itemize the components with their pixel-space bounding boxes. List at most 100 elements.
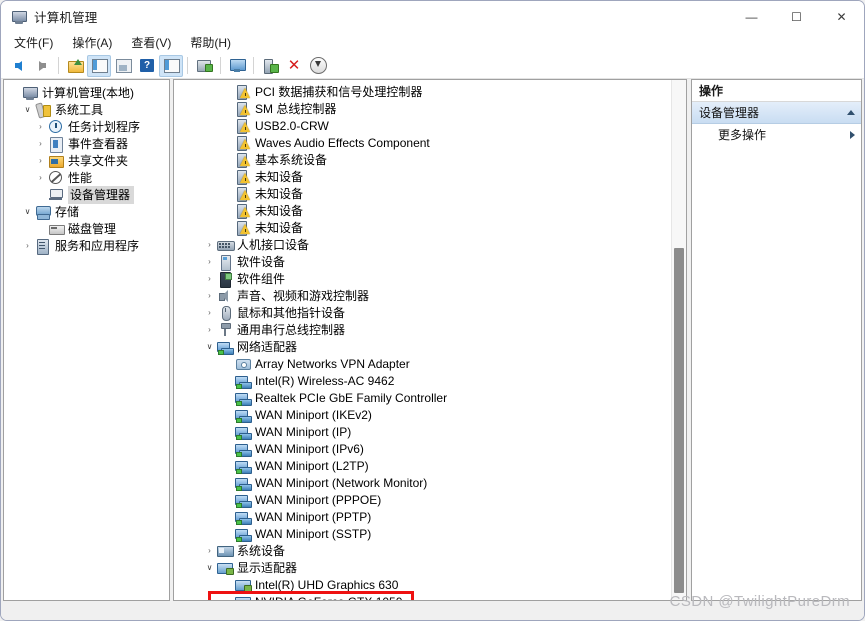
item-label: Array Networks VPN Adapter — [255, 356, 410, 371]
chevron-right-icon[interactable]: › — [202, 542, 217, 559]
chevron-down-icon[interactable]: ∨ — [202, 338, 217, 355]
chevron-right-icon[interactable]: › — [202, 236, 217, 253]
device-item[interactable]: › 软件设备 — [174, 253, 686, 271]
chevron-down-icon[interactable]: ∨ — [202, 559, 217, 576]
show-hide-tree-button[interactable] — [87, 54, 111, 77]
device-item[interactable]: WAN Miniport (IPv6) — [174, 440, 686, 457]
update-driver-icon — [263, 59, 279, 74]
menu-file[interactable]: 文件(F) — [10, 32, 62, 54]
device-item[interactable]: WAN Miniport (L2TP) — [174, 457, 686, 474]
device-item[interactable]: PCI 数据捕获和信号处理控制器 — [174, 83, 686, 100]
tree-item[interactable]: 计算机管理(本地) — [4, 84, 169, 101]
computer-management-window: 计算机管理 — ☐ ✕ 文件(F) 操作(A) 查看(V) 帮助(H) ? ✕ — [0, 0, 865, 621]
menu-help[interactable]: 帮助(H) — [186, 32, 240, 54]
chevron-down-icon[interactable]: ∨ — [20, 203, 35, 220]
device-item[interactable]: › 系统设备 — [174, 542, 686, 559]
item-label: 声音、视频和游戏控制器 — [237, 288, 370, 303]
chevron-down-icon[interactable]: ∨ — [20, 101, 35, 118]
item-label: 共享文件夹 — [68, 153, 129, 168]
chevron-right-icon[interactable]: › — [33, 118, 48, 135]
monitor-icon — [229, 59, 246, 72]
item-label: Realtek PCIe GbE Family Controller — [255, 390, 448, 405]
device-item[interactable]: Intel(R) Wireless-AC 9462 — [174, 372, 686, 389]
device-item[interactable]: WAN Miniport (PPPOE) — [174, 491, 686, 508]
chevron-right-icon[interactable]: › — [33, 169, 48, 186]
network-adapter-icon — [235, 390, 252, 406]
menu-view[interactable]: 查看(V) — [127, 32, 180, 54]
up-folder-button[interactable] — [63, 55, 87, 77]
chevron-right-icon[interactable]: › — [202, 253, 217, 270]
device-item[interactable]: NVIDIA GeForce GTX 1050 — [174, 593, 686, 600]
device-item[interactable]: 基本系统设备 — [174, 151, 686, 168]
item-label: 设备管理器 — [68, 185, 135, 204]
chevron-right-icon[interactable]: › — [202, 321, 217, 338]
help-button[interactable]: ? — [135, 55, 159, 77]
scrollbar-thumb[interactable] — [674, 248, 684, 593]
device-item[interactable]: › 通用串行总线控制器 — [174, 321, 686, 338]
tree-item[interactable]: › 任务计划程序 — [4, 118, 169, 135]
actions-section-device-manager[interactable]: 设备管理器 — [692, 102, 861, 124]
device-item[interactable]: 未知设备 — [174, 202, 686, 219]
scan-hardware-button[interactable] — [192, 55, 216, 77]
device-item[interactable]: WAN Miniport (Network Monitor) — [174, 474, 686, 491]
tree-item[interactable]: 磁盘管理 — [4, 220, 169, 237]
device-item[interactable]: 未知设备 — [174, 219, 686, 236]
tree-item[interactable]: › 性能 — [4, 169, 169, 186]
minimize-button[interactable]: — — [729, 1, 774, 32]
chevron-right-icon[interactable]: › — [33, 152, 48, 169]
update-driver-button[interactable] — [258, 55, 282, 77]
device-item[interactable]: SM 总线控制器 — [174, 100, 686, 117]
toolbar-separator — [220, 57, 221, 74]
menu-action[interactable]: 操作(A) — [68, 32, 121, 54]
back-button[interactable] — [6, 55, 30, 77]
device-item[interactable]: Realtek PCIe GbE Family Controller — [174, 389, 686, 406]
chevron-right-icon[interactable]: › — [33, 135, 48, 152]
triangle-up-icon[interactable] — [847, 110, 855, 115]
uninstall-device-button[interactable]: ✕ — [282, 55, 306, 77]
device-item[interactable]: ∨ 网络适配器 — [174, 338, 686, 355]
device-item[interactable]: 未知设备 — [174, 168, 686, 185]
item-label: 磁盘管理 — [68, 221, 117, 236]
tree-item[interactable]: › 共享文件夹 — [4, 152, 169, 169]
tree-item[interactable]: › 事件查看器 — [4, 135, 169, 153]
maximize-button[interactable]: ☐ — [774, 1, 819, 32]
network-adapter-icon — [235, 458, 252, 474]
chevron-right-icon[interactable]: › — [202, 304, 217, 321]
folder-up-icon — [67, 59, 84, 73]
chevron-right-icon[interactable]: › — [202, 270, 217, 287]
console-button[interactable] — [225, 55, 249, 77]
device-item[interactable]: WAN Miniport (IP) — [174, 423, 686, 440]
close-button[interactable]: ✕ — [819, 1, 864, 32]
download-circle-icon — [309, 57, 327, 74]
device-item[interactable]: ∨ 显示适配器 — [174, 559, 686, 576]
forward-button[interactable] — [30, 55, 54, 77]
tree-item[interactable]: ∨ 系统工具 — [4, 101, 169, 118]
device-item[interactable]: WAN Miniport (IKEv2) — [174, 406, 686, 423]
device-list-scrollbar[interactable] — [671, 80, 686, 600]
device-item[interactable]: Intel(R) UHD Graphics 630 — [174, 576, 686, 593]
device-item[interactable]: › 软件组件 — [174, 270, 686, 288]
item-label: WAN Miniport (Network Monitor) — [255, 475, 428, 490]
action-more-actions[interactable]: 更多操作 — [692, 124, 861, 145]
device-item[interactable]: Waves Audio Effects Component — [174, 134, 686, 151]
chevron-right-icon[interactable]: › — [202, 287, 217, 304]
download-button[interactable] — [306, 55, 330, 77]
device-item[interactable]: › 人机接口设备 — [174, 236, 686, 253]
device-item[interactable]: USB2.0-CRW — [174, 117, 686, 134]
device-item[interactable]: › 鼠标和其他指针设备 — [174, 304, 686, 321]
chevron-right-icon[interactable]: › — [20, 237, 35, 254]
tree-item[interactable]: ∨ 存储 — [4, 203, 169, 220]
device-item[interactable]: WAN Miniport (PPTP) — [174, 508, 686, 525]
export-list-button[interactable] — [111, 55, 135, 77]
device-item[interactable]: › 声音、视频和游戏控制器 — [174, 287, 686, 304]
show-action-pane-button[interactable] — [159, 54, 183, 77]
tree-item[interactable]: › 服务和应用程序 — [4, 237, 169, 255]
device-item[interactable]: 未知设备 — [174, 185, 686, 202]
device-item[interactable]: WAN Miniport (SSTP) — [174, 525, 686, 542]
tree-item[interactable]: 设备管理器 — [4, 185, 169, 204]
device-item[interactable]: Array Networks VPN Adapter — [174, 355, 686, 372]
